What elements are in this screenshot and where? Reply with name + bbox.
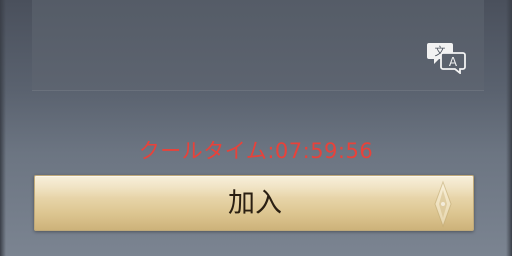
join-button[interactable]: 加入 <box>34 175 474 231</box>
right-edge-shadow <box>506 0 512 256</box>
left-edge-shadow <box>0 0 6 256</box>
message-panel <box>32 0 484 91</box>
diamond-ornament-icon <box>421 180 465 228</box>
translate-button[interactable]: 文 A <box>426 40 468 74</box>
join-button-label: 加入 <box>228 188 282 219</box>
translate-target-glyph: A <box>449 55 458 69</box>
cooldown-timer-text: クールタイム:07:59:56 <box>138 139 374 163</box>
translate-icon: 文 A <box>427 43 466 74</box>
